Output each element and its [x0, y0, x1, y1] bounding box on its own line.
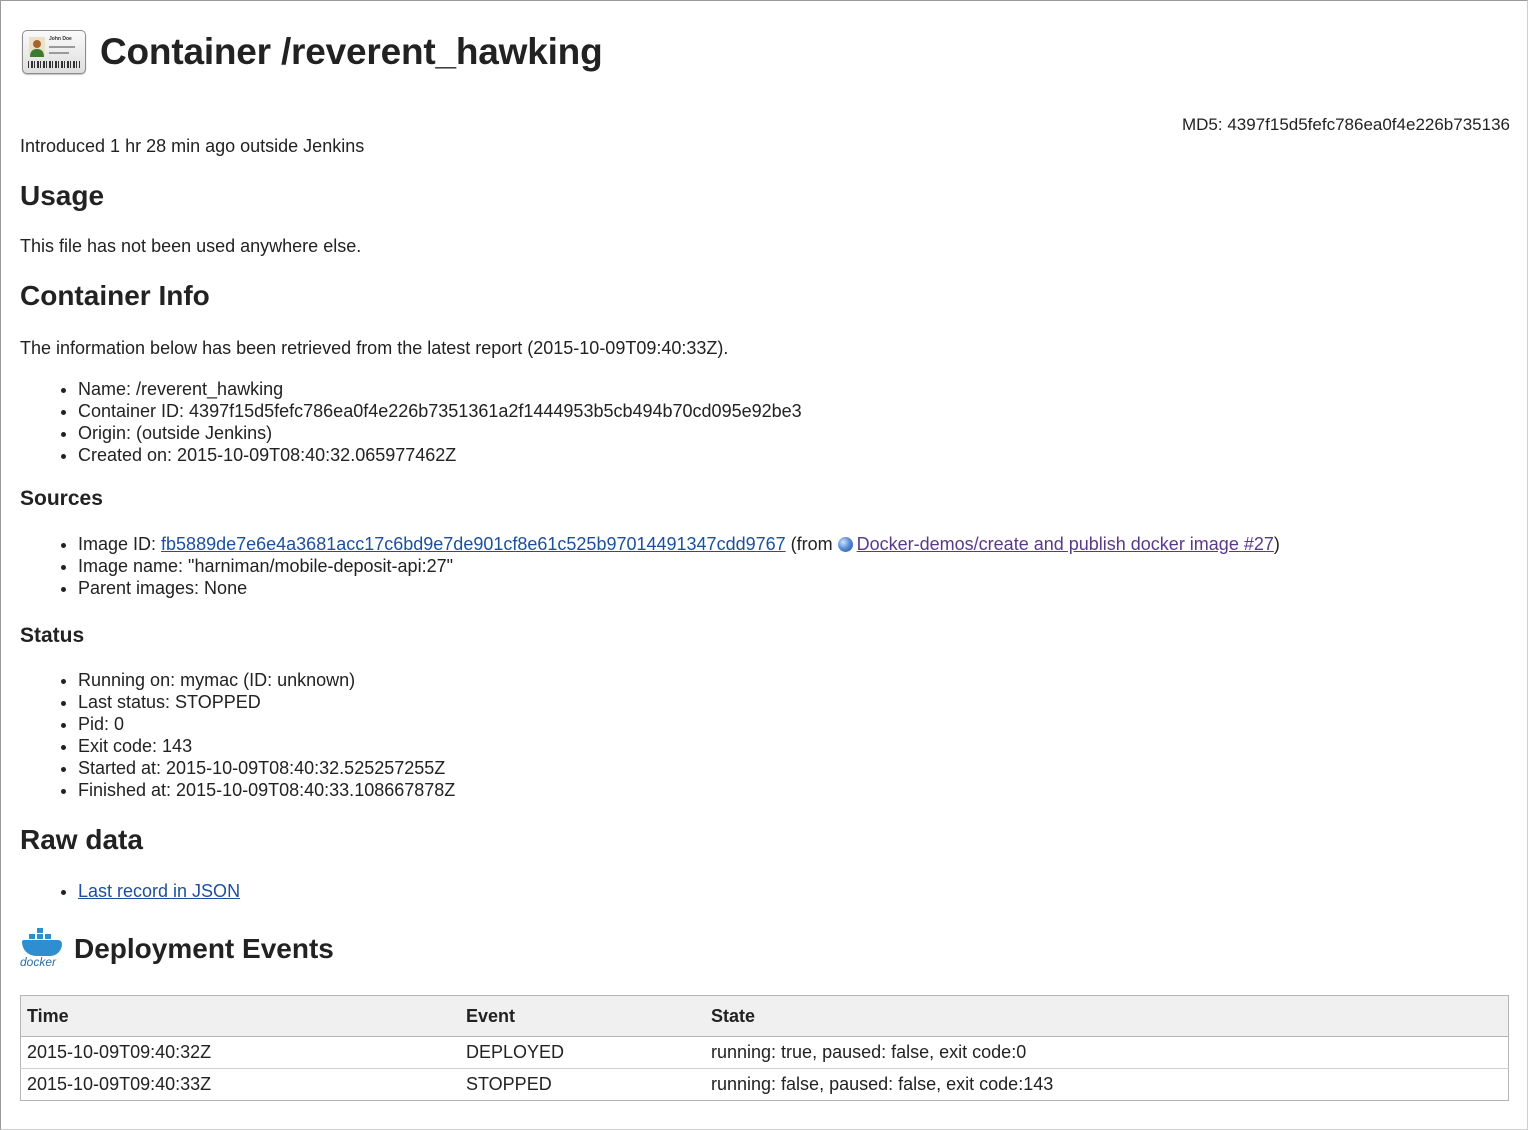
list-item: Name: /reverent_hawking: [78, 378, 802, 400]
container-box: [44, 933, 52, 940]
list-item: Exit code: 143: [78, 735, 455, 757]
id-card-name: John Doe: [49, 36, 72, 42]
column-header-state[interactable]: State: [705, 995, 1509, 1037]
deployment-events-heading: Deployment Events: [74, 933, 334, 964]
container-box: [36, 933, 44, 940]
from-prefix: (from: [785, 534, 838, 554]
status-list: Running on: mymac (ID: unknown) Last sta…: [56, 669, 455, 801]
page-title: Container /reverent_hawking: [100, 31, 603, 72]
list-item: Pid: 0: [78, 713, 455, 735]
sources-heading: Sources: [20, 487, 103, 510]
from-suffix: ): [1273, 534, 1280, 554]
column-header-event[interactable]: Event: [460, 995, 705, 1037]
docker-wordmark: docker: [20, 955, 57, 969]
cell-time: 2015-10-09T09:40:32Z: [20, 1036, 460, 1069]
id-card-line: [49, 46, 75, 48]
deployment-events-table: Time Event State 2015-10-09T09:40:32Z DE…: [20, 995, 1509, 1101]
image-id-label: Image ID:: [78, 534, 162, 554]
table-row: 2015-10-09T09:40:32Z DEPLOYED running: t…: [20, 1036, 1509, 1069]
cell-time: 2015-10-09T09:40:33Z: [20, 1068, 460, 1101]
list-item: Last status: STOPPED: [78, 691, 455, 713]
page-header: John Doe Container /reverent_hawking: [22, 28, 603, 76]
list-item: Image ID: fb5889de7e6e4a3681acc17c6bd9e7…: [78, 533, 1280, 555]
cell-event: STOPPED: [460, 1068, 705, 1101]
cell-state: running: true, paused: false, exit code:…: [705, 1036, 1509, 1069]
person-icon: [29, 37, 45, 57]
sources-list: Image ID: fb5889de7e6e4a3681acc17c6bd9e7…: [56, 533, 1280, 599]
list-item: Origin: (outside Jenkins): [78, 422, 802, 444]
list-item: Last record in JSON: [78, 880, 240, 902]
list-item: Running on: mymac (ID: unknown): [78, 669, 455, 691]
whale-shape: [22, 940, 62, 956]
globe-icon: [837, 537, 853, 552]
barcode: [28, 61, 80, 68]
container-box: [36, 927, 44, 934]
build-link[interactable]: Docker-demos/create and publish docker i…: [857, 534, 1274, 554]
container-box: [28, 933, 36, 940]
intro-text: Introduced 1 hr 28 min ago outside Jenki…: [20, 136, 365, 156]
deployment-header: docker Deployment Events: [20, 927, 334, 970]
id-card-line: [49, 52, 69, 54]
id-card-icon: John Doe: [22, 30, 86, 74]
table-row: 2015-10-09T09:40:33Z STOPPED running: fa…: [20, 1068, 1509, 1101]
list-item: Parent images: None: [78, 577, 1280, 599]
docker-icon: docker: [20, 927, 66, 970]
raw-data-heading: Raw data: [20, 824, 143, 855]
raw-data-list: Last record in JSON: [56, 880, 240, 902]
list-item: Container ID: 4397f15d5fefc786ea0f4e226b…: [78, 400, 802, 422]
column-header-time[interactable]: Time: [20, 995, 460, 1037]
list-item: Image name: "harniman/mobile-deposit-api…: [78, 555, 1280, 577]
md5-hash: MD5: 4397f15d5fefc786ea0f4e226b735136: [1181, 115, 1510, 134]
list-item: Finished at: 2015-10-09T08:40:33.1086678…: [78, 779, 455, 801]
json-record-link[interactable]: Last record in JSON: [78, 881, 240, 901]
list-item: Created on: 2015-10-09T08:40:32.06597746…: [78, 444, 802, 466]
container-info-heading: Container Info: [20, 280, 210, 311]
usage-heading: Usage: [20, 180, 105, 211]
status-heading: Status: [20, 624, 85, 647]
image-id-link[interactable]: fb5889de7e6e4a3681acc17c6bd9e7de901cf8e6…: [161, 534, 786, 554]
container-info-text: The information below has been retrieved…: [20, 338, 729, 358]
container-info-list: Name: /reverent_hawking Container ID: 43…: [56, 378, 802, 466]
usage-text: This file has not been used anywhere els…: [20, 236, 362, 256]
table-header-row: Time Event State: [20, 995, 1509, 1037]
cell-event: DEPLOYED: [460, 1036, 705, 1069]
cell-state: running: false, paused: false, exit code…: [705, 1068, 1509, 1101]
list-item: Started at: 2015-10-09T08:40:32.52525725…: [78, 757, 455, 779]
